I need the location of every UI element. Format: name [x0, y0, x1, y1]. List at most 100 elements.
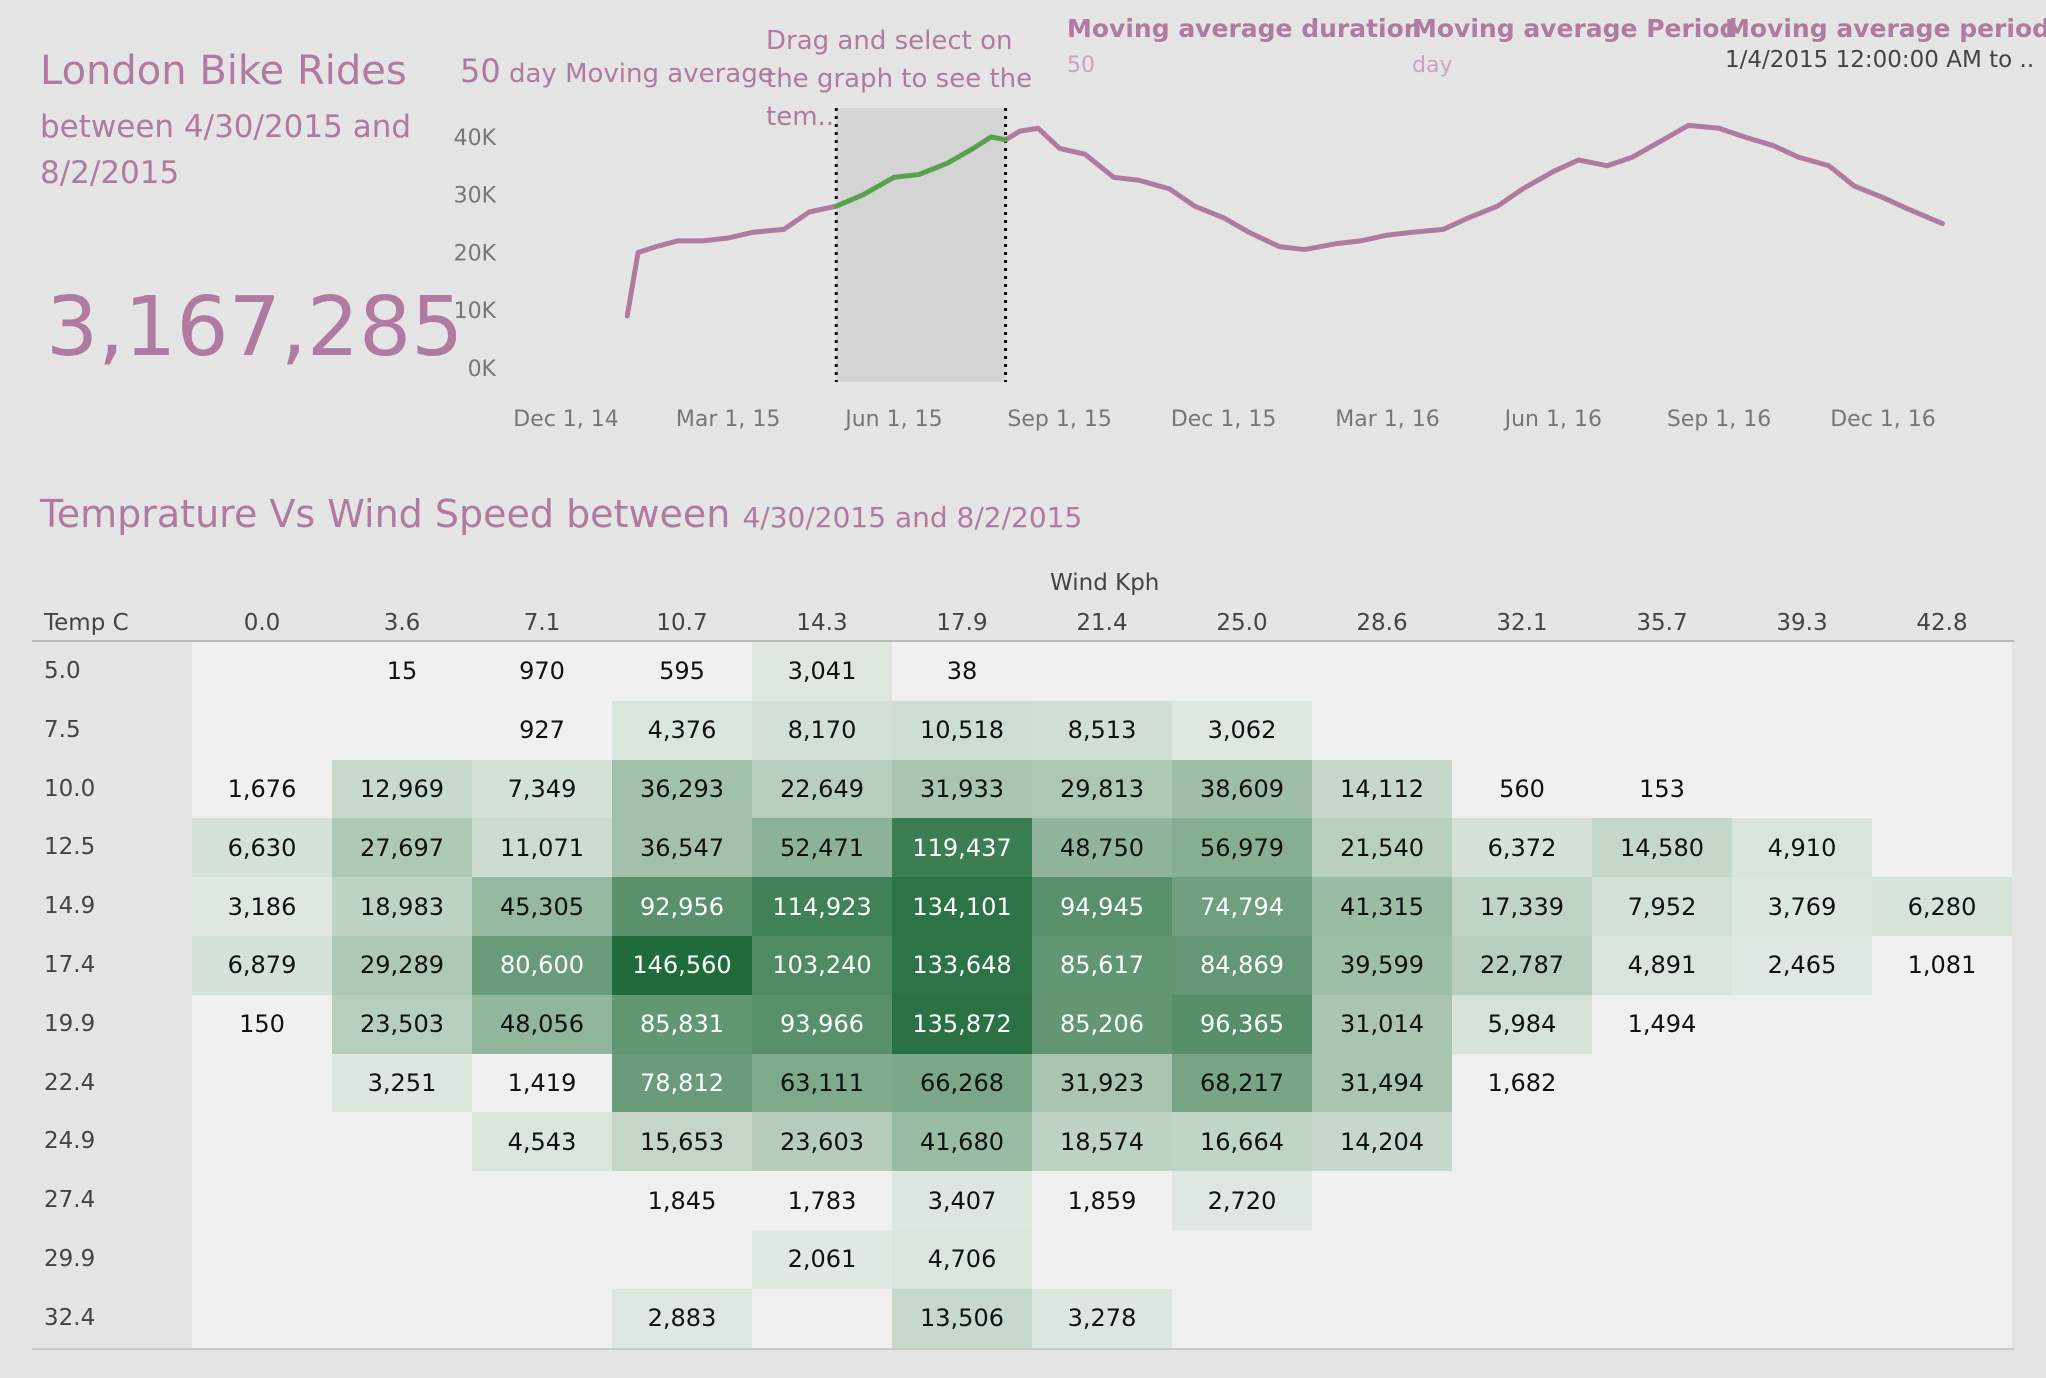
heatmap-cell[interactable]: 93,966 — [752, 994, 892, 1054]
heatmap-cell[interactable]: 38,609 — [1172, 759, 1312, 819]
heatmap-cell[interactable]: 85,206 — [1032, 994, 1172, 1054]
heatmap-cell[interactable]: 114,923 — [752, 877, 892, 936]
heatmap-cell[interactable]: 94,945 — [1032, 877, 1172, 936]
heatmap-cell[interactable]: 8,170 — [752, 700, 892, 760]
heatmap-cell[interactable]: 2,465 — [1732, 936, 1872, 995]
heatmap-cell[interactable]: 63,111 — [752, 1053, 892, 1113]
heatmap-cell[interactable]: 2,720 — [1172, 1171, 1312, 1230]
heatmap-cell[interactable]: 15,653 — [612, 1112, 752, 1172]
heatmap-cell[interactable]: 1,859 — [1032, 1171, 1172, 1230]
heatmap-cell[interactable]: 134,101 — [892, 877, 1032, 936]
heatmap-cell[interactable]: 13,506 — [892, 1288, 1032, 1348]
heatmap-cell[interactable]: 41,680 — [892, 1112, 1032, 1172]
heatmap-cell[interactable]: 14,112 — [1312, 759, 1452, 819]
heatmap-cell[interactable]: 3,407 — [892, 1171, 1032, 1230]
heatmap-cell[interactable]: 18,983 — [332, 877, 472, 936]
heatmap-cell[interactable]: 1,676 — [192, 760, 332, 819]
heatmap-cell[interactable]: 85,831 — [612, 994, 752, 1054]
heatmap-cell[interactable]: 927 — [472, 701, 612, 760]
heatmap-cell[interactable]: 74,794 — [1172, 877, 1312, 936]
heatmap-cell[interactable]: 23,503 — [332, 994, 472, 1054]
heatmap-cell[interactable]: 68,217 — [1172, 1053, 1312, 1113]
heatmap-cell[interactable]: 560 — [1452, 760, 1592, 819]
heatmap-cell[interactable]: 150 — [192, 995, 332, 1054]
heatmap-cell[interactable]: 31,933 — [892, 759, 1032, 819]
heatmap-cell[interactable]: 36,293 — [612, 759, 752, 819]
heatmap-cell[interactable]: 31,494 — [1312, 1053, 1452, 1113]
heatmap-cell[interactable]: 36,547 — [612, 818, 752, 878]
heatmap-cell[interactable]: 4,891 — [1592, 936, 1732, 995]
heatmap-cell[interactable]: 3,062 — [1172, 700, 1312, 760]
heatmap-cell[interactable]: 29,289 — [332, 936, 472, 995]
heatmap-cell[interactable]: 153 — [1592, 760, 1732, 819]
heatmap-cell[interactable]: 133,648 — [892, 936, 1032, 995]
heatmap-cell[interactable]: 31,014 — [1312, 994, 1452, 1054]
heatmap-cell[interactable]: 3,278 — [1032, 1288, 1172, 1348]
heatmap-cell[interactable]: 52,471 — [752, 818, 892, 878]
heatmap-cell[interactable]: 17,339 — [1452, 877, 1592, 936]
heatmap-cell[interactable]: 78,812 — [612, 1053, 752, 1113]
heatmap-cell[interactable]: 7,349 — [472, 759, 612, 819]
heatmap-cell[interactable]: 4,706 — [892, 1230, 1032, 1289]
heatmap-cell[interactable]: 5,984 — [1452, 994, 1592, 1054]
heatmap-cell[interactable]: 18,574 — [1032, 1112, 1172, 1172]
heatmap-cell[interactable]: 3,041 — [752, 642, 892, 701]
heatmap-cell[interactable]: 48,750 — [1032, 818, 1172, 878]
heatmap-cell[interactable]: 14,204 — [1312, 1112, 1452, 1172]
heatmap-cell[interactable]: 119,437 — [892, 818, 1032, 878]
heatmap-cell[interactable]: 103,240 — [752, 936, 892, 995]
heatmap-cell[interactable]: 23,603 — [752, 1112, 892, 1172]
heatmap-cell[interactable]: 15 — [332, 642, 472, 701]
heatmap-cell[interactable]: 8,513 — [1032, 700, 1172, 760]
heatmap-cell[interactable]: 3,186 — [192, 877, 332, 936]
heatmap-cell[interactable]: 970 — [472, 642, 612, 701]
heatmap-cell[interactable]: 22,787 — [1452, 936, 1592, 995]
heatmap-cell[interactable]: 4,910 — [1732, 818, 1872, 878]
heatmap-cell[interactable]: 11,071 — [472, 818, 612, 878]
heatmap-cell[interactable]: 27,697 — [332, 818, 472, 878]
heatmap-cell[interactable]: 21,540 — [1312, 818, 1452, 878]
heatmap-cell[interactable]: 6,630 — [192, 818, 332, 878]
heatmap-cell[interactable]: 1,081 — [1872, 936, 2012, 995]
heatmap-cell[interactable]: 1,845 — [612, 1171, 752, 1230]
heatmap-cell[interactable]: 1,783 — [752, 1171, 892, 1230]
heatmap-cell[interactable]: 96,365 — [1172, 994, 1312, 1054]
heatmap-cell[interactable]: 12,969 — [332, 759, 472, 819]
heatmap-cell[interactable]: 92,956 — [612, 877, 752, 936]
heatmap-cell[interactable]: 6,372 — [1452, 818, 1592, 878]
heatmap-cell[interactable]: 29,813 — [1032, 759, 1172, 819]
heatmap-cell[interactable]: 84,869 — [1172, 936, 1312, 995]
heatmap-cell[interactable]: 38 — [892, 642, 1032, 701]
heatmap-cell[interactable]: 31,923 — [1032, 1053, 1172, 1113]
heatmap-cell[interactable]: 85,617 — [1032, 936, 1172, 995]
heatmap-cell[interactable]: 14,580 — [1592, 818, 1732, 878]
heatmap-cell[interactable]: 66,268 — [892, 1053, 1032, 1113]
heatmap-cell[interactable]: 22,649 — [752, 759, 892, 819]
heatmap-cell[interactable]: 1,494 — [1592, 995, 1732, 1054]
heatmap-cell[interactable]: 39,599 — [1312, 936, 1452, 995]
heatmap-cell[interactable]: 48,056 — [472, 994, 612, 1054]
heatmap: 0.0 3.6 7.1 10.7 14.3 17.9 21.4 25.0 28.6 32.1 35.… — [0, 0, 2046, 1378]
heatmap-cell[interactable]: 7,952 — [1592, 877, 1732, 936]
heatmap-cell[interactable]: 1,682 — [1452, 1054, 1592, 1113]
heatmap-cell[interactable]: 4,376 — [612, 700, 752, 760]
heatmap-cell[interactable]: 2,061 — [752, 1230, 892, 1289]
heatmap-cell[interactable]: 45,305 — [472, 877, 612, 936]
heatmap-cell[interactable]: 6,280 — [1872, 877, 2012, 936]
temp-row-header: 17.4 — [44, 952, 96, 978]
heatmap-cell[interactable]: 1,419 — [472, 1054, 612, 1113]
heatmap-cell[interactable]: 146,560 — [612, 936, 752, 995]
heatmap-cell[interactable]: 41,315 — [1312, 877, 1452, 936]
heatmap-cell[interactable]: 16,664 — [1172, 1112, 1312, 1172]
heatmap-cell[interactable]: 595 — [612, 642, 752, 701]
heatmap-cell[interactable]: 2,883 — [612, 1288, 752, 1348]
heatmap-cell[interactable]: 80,600 — [472, 936, 612, 995]
wind-column-header: 39.3 — [1776, 610, 1828, 636]
heatmap-cell[interactable]: 56,979 — [1172, 818, 1312, 878]
heatmap-cell[interactable]: 4,543 — [472, 1112, 612, 1172]
heatmap-cell[interactable]: 3,769 — [1732, 877, 1872, 936]
heatmap-cell[interactable]: 10,518 — [892, 700, 1032, 760]
heatmap-cell[interactable]: 135,872 — [892, 994, 1032, 1054]
heatmap-cell[interactable]: 6,879 — [192, 936, 332, 995]
heatmap-cell[interactable]: 3,251 — [332, 1053, 472, 1113]
